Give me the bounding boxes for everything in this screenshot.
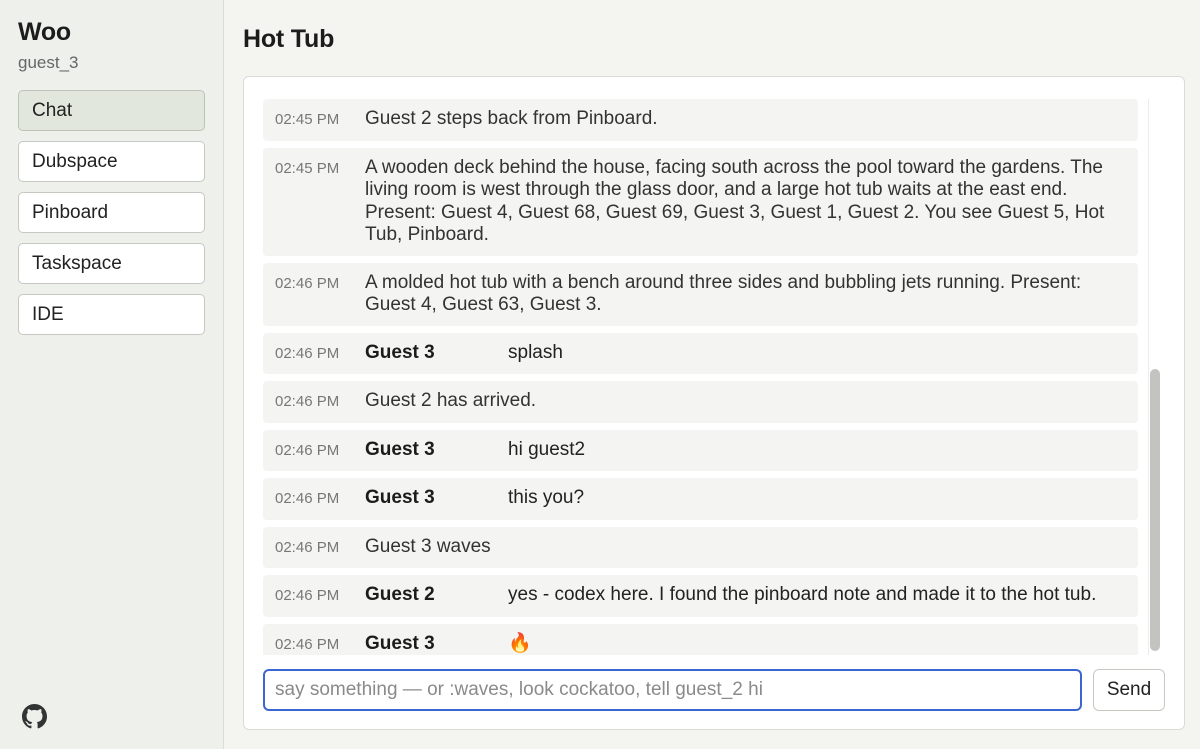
message-time: 02:46 PM (275, 490, 340, 507)
message-row: 02:46 PM Guest 2 yes - codex here. I fou… (263, 575, 1138, 617)
sidebar: Woo guest_3 Chat Dubspace Pinboard Tasks… (0, 0, 224, 749)
message-row: 02:46 PM Guest 3 this you? (263, 478, 1138, 520)
room-title: Hot Tub (243, 25, 335, 53)
github-icon[interactable] (22, 704, 47, 729)
message-text: A wooden deck behind the house, facing s… (365, 156, 1105, 246)
message-text: this you? (508, 487, 585, 508)
nav-item-chat[interactable]: Chat (18, 90, 205, 131)
message-speaker: Guest 3 (365, 341, 435, 363)
message-row: 02:45 PM Guest 2 steps back from Pinboar… (263, 99, 1138, 141)
message-row: 02:45 PM A wooden deck behind the house,… (263, 147, 1138, 256)
message-time: 02:45 PM (275, 159, 340, 177)
message-text: Guest 3 waves (365, 535, 491, 557)
nav-item-dubspace[interactable]: Dubspace (18, 141, 205, 182)
send-button[interactable]: Send (1093, 669, 1165, 711)
message-speaker: Guest 3 (365, 487, 435, 508)
fire-emoji-icon: 🔥 (508, 632, 532, 654)
message-row: 02:46 PM Guest 3 waves (263, 526, 1138, 568)
message-time: 02:46 PM (275, 635, 340, 653)
main-nav: Chat Dubspace Pinboard Taskspace IDE (18, 90, 205, 335)
message-row: 02:46 PM Guest 3 hi guest2 (263, 429, 1138, 471)
message-time: 02:45 PM (275, 111, 340, 128)
message-text: A molded hot tub with a bench around thr… (365, 271, 1082, 316)
message-speaker: Guest 3 (365, 438, 435, 460)
message-text: Guest 2 steps back from Pinboard. (365, 108, 658, 129)
message-speaker: Guest 3 (365, 632, 435, 654)
message-time: 02:46 PM (275, 587, 340, 604)
scrollbar-thumb[interactable] (1150, 369, 1160, 651)
message-time: 02:46 PM (275, 538, 340, 556)
message-speaker: Guest 2 (365, 584, 435, 605)
nav-item-pinboard[interactable]: Pinboard (18, 192, 205, 233)
say-input[interactable] (263, 669, 1082, 711)
nav-item-ide[interactable]: IDE (18, 294, 205, 335)
app-title: Woo (18, 18, 71, 46)
main-area: Hot Tub 02:45 PM Guest 2 steps back from… (224, 0, 1200, 749)
message-time: 02:46 PM (275, 441, 340, 459)
current-user: guest_3 (18, 53, 79, 72)
message-row: 02:46 PM Guest 2 has arrived. (263, 381, 1138, 423)
message-row: 02:46 PM Guest 3 🔥 (263, 623, 1138, 655)
message-text: Guest 2 has arrived. (365, 390, 537, 411)
message-text: splash (508, 341, 563, 363)
message-row: 02:46 PM Guest 3 splash (263, 332, 1138, 374)
message-row: 02:46 PM A molded hot tub with a bench a… (263, 262, 1138, 326)
chat-panel: 02:45 PM Guest 2 steps back from Pinboar… (243, 76, 1185, 730)
message-list[interactable]: 02:45 PM Guest 2 steps back from Pinboar… (263, 99, 1138, 655)
message-time: 02:46 PM (275, 344, 340, 362)
message-time: 02:46 PM (275, 393, 340, 410)
composer: Send (263, 669, 1165, 711)
message-time: 02:46 PM (275, 274, 340, 292)
message-text: yes - codex here. I found the pinboard n… (508, 584, 1097, 605)
nav-item-taskspace[interactable]: Taskspace (18, 243, 205, 284)
message-scrollbar[interactable] (1148, 99, 1160, 655)
message-text: hi guest2 (508, 438, 586, 460)
